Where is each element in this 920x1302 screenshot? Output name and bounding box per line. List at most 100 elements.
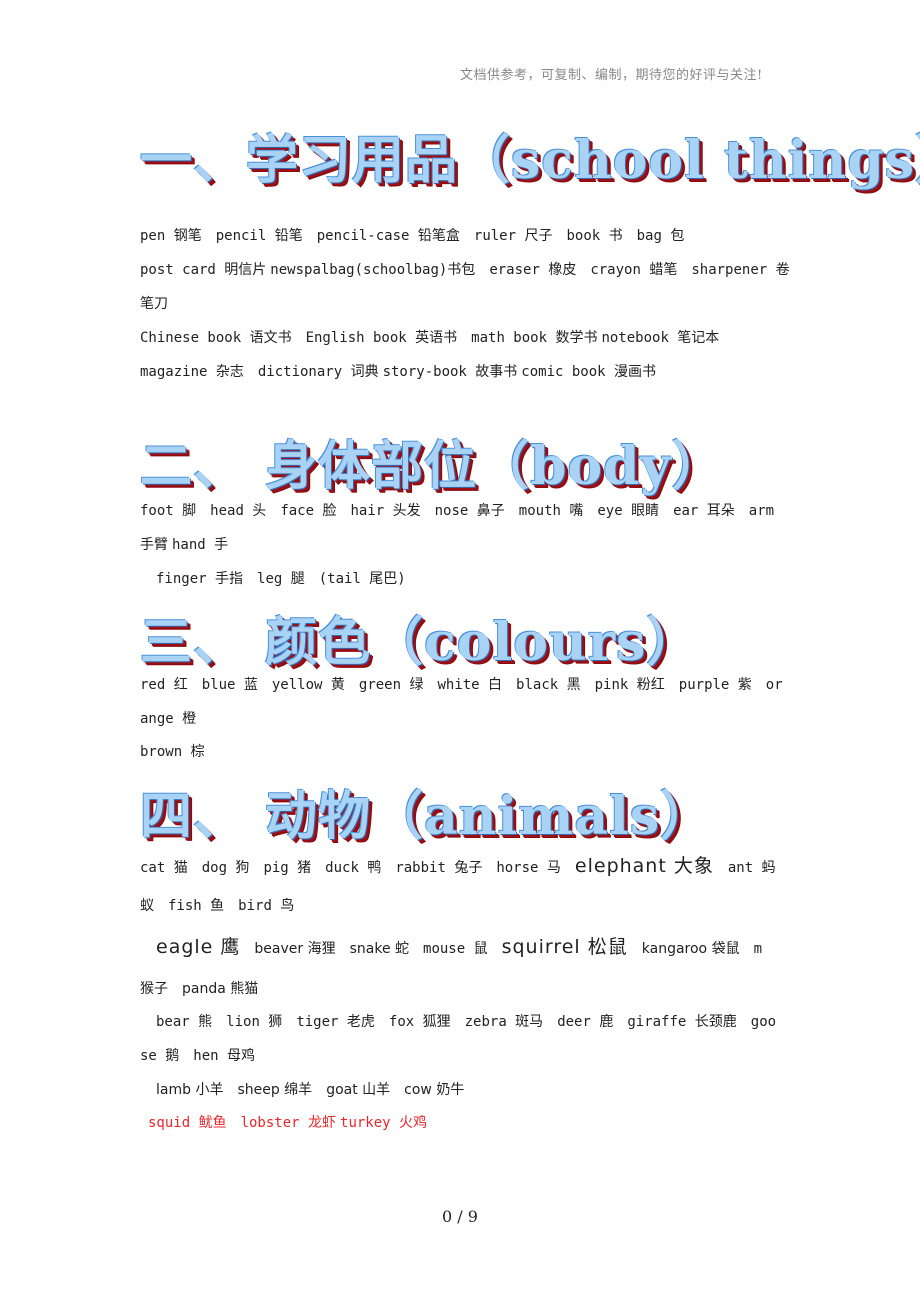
vocab-item: arm [748,503,775,519]
vocab-item: head 头 [210,503,267,519]
vocab-item: pig 猪 [263,860,312,876]
vocab-item: leg 腿 [257,571,305,587]
vocab-item: ant 蚂 [727,860,776,876]
vocab-line: eagle 鹰 beaver 海狸 snake 蛇 mouse 鼠 squirrel 松… [156,937,776,959]
section-heading-animals: 四、 动物（animals） [140,786,714,847]
vocab-item: ange 橙 [140,711,197,727]
vocab-item: eraser 橡皮 [489,262,577,278]
vocab-item: green 绿 [358,677,424,693]
vocab-item: horse 马 [496,860,561,876]
vocab-item: white 白 [437,677,503,693]
vocab-item: story-book 故事书 [382,364,518,380]
vocab-item: zebra 斑马 [464,1014,544,1030]
vocab-item: goat 山羊 [326,1082,391,1098]
vocab-item: finger 手指 [156,571,244,587]
vocab-item: book 书 [566,228,623,244]
vocab-item: pen 钢笔 [140,228,202,244]
vocab-item: or [765,677,783,693]
vocab-item: hand 手 [172,537,229,553]
vocab-line: post card 明信片 newspalbag(schoolbag)书包 eras… [140,260,804,280]
vocab-item: squid 鱿鱼 [148,1115,227,1131]
vocab-item: bear 熊 [156,1014,213,1030]
vocab-line-highlighted: squid 鱿鱼 lobster 龙虾 turkey 火鸡 [148,1113,441,1133]
vocab-item: pencil-case 铅笔盒 [316,228,460,244]
vocab-item: mouse 鼠 [423,941,488,957]
vocab-item: math book 数学书 [471,330,598,346]
vocab-item: 猴子 [140,981,168,997]
vocab-item: notebook 笔记本 [601,330,720,346]
vocab-item: foot 脚 [140,503,197,519]
vocab-item: turkey 火鸡 [340,1115,428,1131]
vocab-item: goo [750,1014,777,1030]
vocab-item: tiger 老虎 [296,1014,375,1030]
vocab-line: finger 手指 leg 腿 (tail 尾巴) [156,569,420,589]
vocab-line: se 鹅 hen 母鸡 [140,1046,269,1066]
vocab-item: giraffe 长颈鹿 [627,1014,737,1030]
vocab-line: cat 猫 dog 狗 pig 猪 duck 鸭 rabbit 兔子 horse 马 ele… [140,856,790,878]
vocab-item: pencil 铅笔 [215,228,303,244]
vocab-line: bear 熊 lion 狮 tiger 老虎 fox 狐狸 zebra 斑马 deer 鹿… [156,1012,790,1032]
vocab-item: sheep 绵羊 [237,1082,313,1098]
vocab-item: lobster 龙虾 [240,1115,337,1131]
vocab-item: bird 鸟 [238,898,295,914]
vocab-item: black 黑 [516,677,581,693]
vocab-item: deer 鹿 [557,1014,614,1030]
vocab-item: hen 母鸡 [193,1048,256,1064]
vocab-item: rabbit 兔子 [395,860,483,876]
vocab-item: m [753,941,763,957]
vocab-item: duck 鸭 [325,860,382,876]
vocab-item: brown 棕 [140,744,205,760]
vocab-line: 猴子 panda 熊猫 [140,979,272,999]
vocab-item: lamb 小羊 [156,1082,224,1098]
vocab-item: newspalbag(schoolbag)书包 [270,262,476,278]
section-heading-school-things: 一、学习用品（school things） [140,130,920,191]
vocab-item: 手臂 [140,537,168,553]
page-number: 0 / 9 [442,1207,478,1226]
vocab-item: comic book 漫画书 [521,364,657,380]
vocab-item: sharpener 卷 [691,262,790,278]
vocab-item: lion 狮 [226,1014,283,1030]
vocab-item: eye 眼睛 [597,503,660,519]
vocab-item: hair 头发 [350,503,421,519]
vocab-item: kangaroo 袋鼠 [641,941,740,957]
vocab-item: panda 熊猫 [182,981,259,997]
vocab-item: crayon 蜡笔 [590,262,678,278]
vocab-item: eagle 鹰 [156,936,241,958]
vocab-item: elephant 大象 [574,855,714,877]
section-heading-colours: 三、 颜色（colours） [140,612,700,673]
section-heading-body: 二、 身体部位（body） [140,436,725,497]
vocab-line: Chinese book 语文书 English book 英语书 math boo… [140,328,733,348]
vocab-item: ear 耳朵 [673,503,735,519]
vocab-item: 蚁 [140,898,154,914]
vocab-item: dog 狗 [201,860,250,876]
vocab-item: face 脸 [280,503,337,519]
vocab-item: cat 猫 [140,860,188,876]
vocab-item: beaver 海狸 [254,941,336,957]
vocab-line: red 红 blue 蓝 yellow 黄 green 绿 white 白 black 黑… [140,675,797,695]
vocab-item: se 鹅 [140,1048,180,1064]
vocab-item: yellow 黄 [271,677,345,693]
vocab-item: English book 英语书 [305,330,458,346]
vocab-item: Chinese book 语文书 [140,330,292,346]
vocab-item: snake 蛇 [349,941,410,957]
vocab-item: squirrel 松鼠 [501,936,628,958]
vocab-line: lamb 小羊 sheep 绵羊 goat 山羊 cow 奶牛 [156,1080,478,1100]
vocab-line: 手臂 hand 手 [140,535,242,555]
vocab-item: nose 鼻子 [434,503,505,519]
vocab-item: purple 紫 [678,677,752,693]
vocab-line: pen 钢笔 pencil 铅笔 pencil-case 铅笔盒 ruler 尺子 bo… [140,226,698,246]
vocab-line: brown 棕 [140,742,219,762]
vocab-item: pink 粉红 [594,677,665,693]
vocab-line: 蚁 fish 鱼 bird 鸟 [140,896,308,916]
vocab-item: dictionary 词典 [257,364,379,380]
vocab-line: 笔刀 [140,294,182,314]
vocab-item: 笔刀 [140,296,168,312]
vocab-item: fish 鱼 [168,898,225,914]
vocab-item: cow 奶牛 [404,1082,465,1098]
vocab-item: post card 明信片 [140,262,267,278]
vocab-line: ange 橙 [140,709,210,729]
vocab-item: bag 包 [636,228,685,244]
vocab-item: red 红 [140,677,188,693]
vocab-item: magazine 杂志 [140,364,244,380]
vocab-item: mouth 嘴 [518,503,584,519]
